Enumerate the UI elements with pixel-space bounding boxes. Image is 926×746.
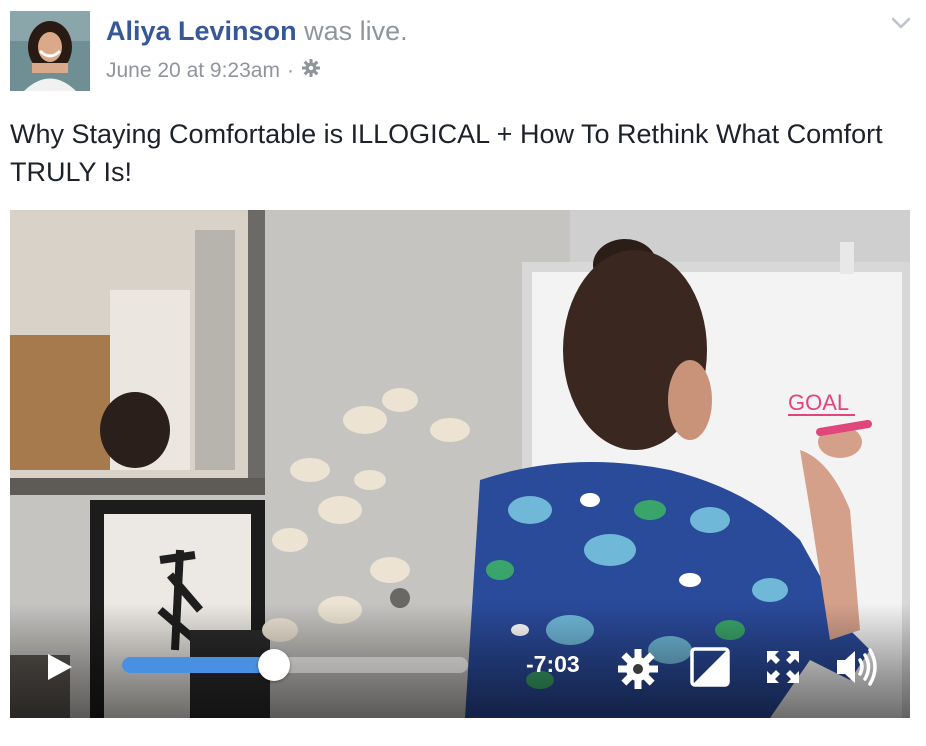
- progress-scrubber[interactable]: [258, 649, 291, 681]
- chevron-down-icon[interactable]: [890, 14, 912, 32]
- gear-icon[interactable]: [301, 58, 321, 84]
- meta-separator: ·: [286, 59, 294, 82]
- picture-in-picture-icon[interactable]: [690, 647, 730, 687]
- fullscreen-icon[interactable]: [765, 649, 801, 685]
- whiteboard-text: GOAL: [788, 390, 849, 415]
- post-status: was live.: [304, 16, 408, 46]
- progress-bar[interactable]: [122, 649, 468, 681]
- post-timestamp-link[interactable]: June 20 at 9:23am: [106, 59, 280, 83]
- play-icon[interactable]: [44, 652, 74, 682]
- avatar[interactable]: [10, 11, 90, 91]
- author-name-link[interactable]: Aliya Levinson: [106, 16, 297, 46]
- post-title: Why Staying Comfortable is ILLOGICAL + H…: [10, 119, 883, 187]
- post-header: Aliya Levinson was live.: [106, 16, 408, 47]
- video-player[interactable]: GOAL -7:03: [10, 210, 910, 718]
- time-remaining: -7:03: [526, 651, 580, 677]
- post-meta: June 20 at 9:23am ·: [106, 58, 321, 84]
- volume-icon[interactable]: [834, 646, 878, 688]
- progress-fill: [122, 657, 275, 673]
- settings-icon[interactable]: [616, 647, 660, 691]
